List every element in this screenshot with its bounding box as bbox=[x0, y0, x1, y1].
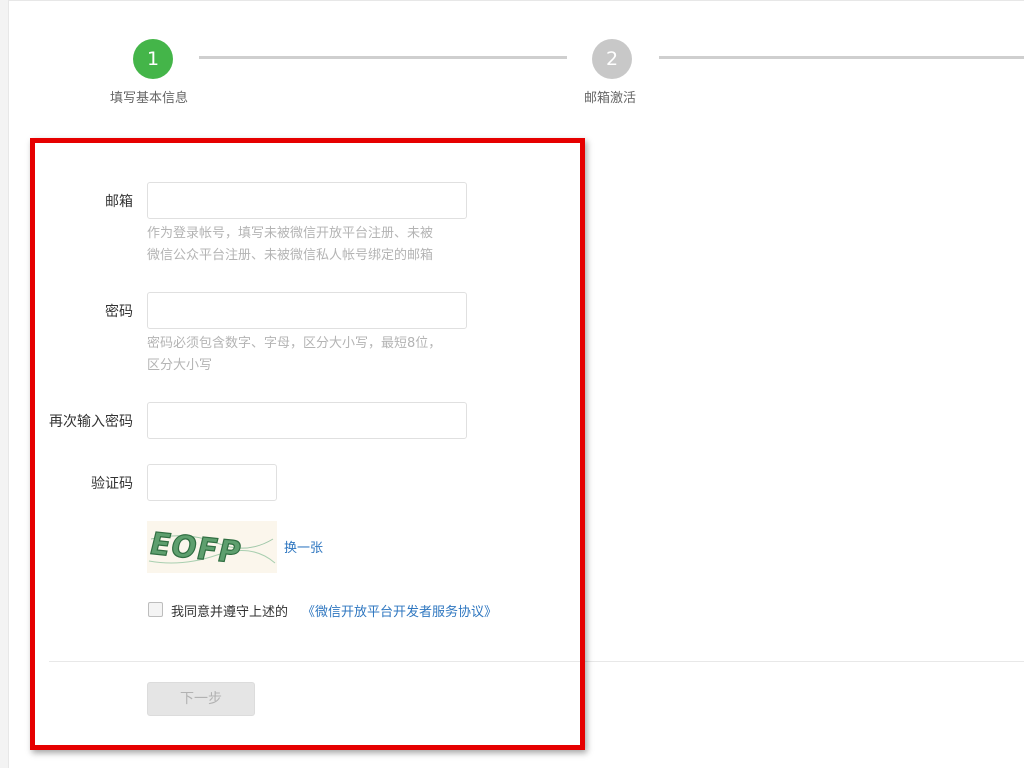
captcha-image: EOFP bbox=[145, 521, 277, 573]
step-2-label: 邮箱激活 bbox=[584, 91, 637, 106]
step-1-circle: 1 bbox=[133, 39, 173, 79]
captcha-refresh-link[interactable]: 换一张 bbox=[284, 537, 323, 556]
email-hint-line-2: 微信公众平台注册、未被微信私人帐号绑定的邮箱 bbox=[147, 248, 434, 263]
step-connector-1 bbox=[199, 56, 567, 59]
password-hint-line-1: 密码必须包含数字、字母，区分大小写，最短8位， bbox=[147, 336, 442, 351]
captcha-label: 验证码 bbox=[91, 476, 133, 492]
form-divider bbox=[49, 661, 1024, 662]
next-step-button[interactable]: 下一步 bbox=[147, 682, 255, 716]
step-1-label: 填写基本信息 bbox=[110, 91, 189, 106]
email-label: 邮箱 bbox=[105, 194, 133, 210]
password-input[interactable] bbox=[147, 292, 467, 329]
agreement-checkbox[interactable] bbox=[148, 602, 163, 617]
step-2-circle: 2 bbox=[592, 39, 632, 79]
password-hint-line-2: 区分大小写 bbox=[147, 358, 213, 373]
agreement-text: 我同意并遵守上述的 bbox=[171, 605, 289, 620]
captcha-input[interactable] bbox=[147, 464, 277, 501]
agreement-link[interactable]: 《微信开放平台开发者服务协议》 bbox=[302, 601, 497, 620]
step-connector-2 bbox=[659, 56, 1024, 59]
password-label: 密码 bbox=[105, 304, 133, 320]
confirm-password-input[interactable] bbox=[147, 402, 467, 439]
email-hint-line-1: 作为登录帐号，填写未被微信开放平台注册、未被 bbox=[147, 226, 434, 241]
email-input[interactable] bbox=[147, 182, 467, 219]
password-hint: 密码必须包含数字、字母，区分大小写，最短8位， 区分大小写 bbox=[147, 333, 441, 377]
captcha-image-svg: EOFP bbox=[145, 521, 277, 573]
email-hint: 作为登录帐号，填写未被微信开放平台注册、未被 微信公众平台注册、未被微信私人帐号… bbox=[147, 223, 433, 267]
registration-page: 1 填写基本信息 2 邮箱激活 邮箱 作为登录帐号，填写未被微信开放平台注册、未… bbox=[8, 0, 1024, 768]
confirm-password-label: 再次输入密码 bbox=[49, 414, 133, 430]
